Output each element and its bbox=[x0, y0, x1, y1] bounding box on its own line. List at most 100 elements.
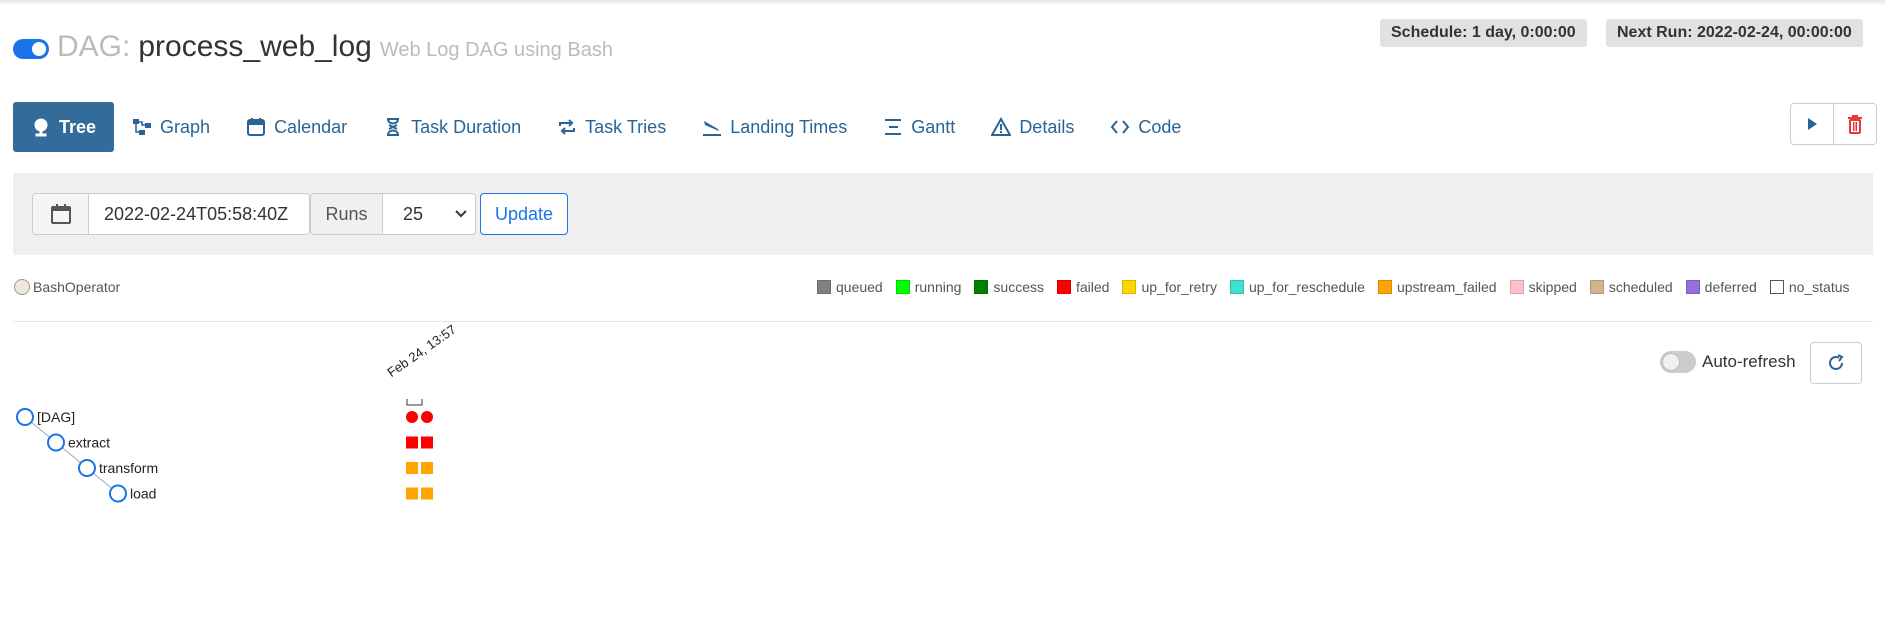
legend-label: upstream_failed bbox=[1396, 279, 1497, 295]
task-instance-status[interactable] bbox=[421, 462, 433, 474]
plane-landing-icon bbox=[703, 121, 722, 136]
tab-code[interactable]: Code bbox=[1092, 102, 1199, 152]
auto-refresh-label: Auto-refresh bbox=[1702, 352, 1796, 371]
trigger-dag-button[interactable] bbox=[1791, 104, 1833, 144]
tree-icon bbox=[34, 118, 48, 137]
legend-swatch bbox=[1589, 280, 1604, 294]
tab-task-duration[interactable]: Task Duration bbox=[365, 102, 539, 152]
tree-node-toggle[interactable] bbox=[109, 484, 127, 503]
legend-swatch bbox=[895, 280, 910, 294]
task-label[interactable]: load bbox=[130, 486, 156, 502]
legend-label: skipped bbox=[1528, 279, 1577, 295]
tree-node-toggle[interactable] bbox=[16, 408, 34, 426]
task-instance-status[interactable] bbox=[406, 436, 418, 449]
legend-label: queued bbox=[836, 279, 883, 295]
tab-calendar[interactable]: Calendar bbox=[228, 102, 365, 152]
tab-gantt[interactable]: Gantt bbox=[865, 102, 973, 152]
legend-item-queued: queued bbox=[817, 279, 883, 295]
legend-swatch bbox=[1229, 280, 1244, 294]
refresh-button[interactable] bbox=[1810, 342, 1862, 384]
operator-legend: BashOperator bbox=[14, 279, 120, 295]
tab-label: Landing Times bbox=[730, 116, 848, 137]
legend-swatch bbox=[974, 280, 989, 294]
task-label[interactable]: extract bbox=[68, 435, 110, 451]
task-label[interactable]: transform bbox=[99, 460, 158, 476]
legend-label: scheduled bbox=[1608, 279, 1673, 295]
refresh-icon bbox=[1829, 354, 1844, 370]
hourglass-icon bbox=[387, 118, 400, 136]
tab-graph[interactable]: Graph bbox=[114, 102, 228, 152]
graph-icon bbox=[133, 119, 152, 135]
auto-refresh-toggle[interactable] bbox=[1660, 351, 1696, 373]
delete-dag-button[interactable] bbox=[1833, 104, 1876, 144]
legend-swatch bbox=[1122, 280, 1137, 294]
dag-actions bbox=[1790, 103, 1877, 145]
tab-label: Gantt bbox=[911, 116, 956, 137]
runs-selector: Runs 25 bbox=[310, 193, 476, 235]
tab-landing-times[interactable]: Landing Times bbox=[684, 102, 865, 152]
legend-item-skipped: skipped bbox=[1509, 279, 1577, 295]
tab-tree[interactable]: Tree bbox=[13, 102, 115, 152]
auto-refresh: Auto-refresh bbox=[1660, 351, 1796, 373]
legend-swatch bbox=[1685, 280, 1700, 294]
task-instance-status[interactable] bbox=[406, 487, 418, 500]
task-instance-status[interactable] bbox=[406, 462, 418, 474]
calendar-icon bbox=[50, 204, 71, 224]
legend-item-upstream-failed: upstream_failed bbox=[1377, 279, 1497, 295]
toggle-knob bbox=[1662, 353, 1680, 371]
legend-label: running bbox=[914, 279, 962, 295]
tab-task-tries[interactable]: Task Tries bbox=[539, 102, 684, 152]
state-legend: queued running success failed up_for_retry up… bbox=[817, 279, 1850, 295]
base-date-picker: 2022-02-24T05:58:40Z bbox=[32, 193, 310, 235]
chevron-down-icon bbox=[455, 210, 467, 218]
schedule-badge: Schedule: 1 day, 0:00:00 bbox=[1380, 19, 1587, 47]
dag-run-status[interactable] bbox=[421, 411, 433, 423]
calendar-icon bbox=[247, 118, 266, 136]
tab-label: Task Duration bbox=[411, 116, 522, 137]
tab-details[interactable]: Details bbox=[973, 102, 1092, 152]
dag-pause-toggle[interactable] bbox=[13, 39, 49, 59]
tree-node-toggle[interactable] bbox=[47, 433, 65, 452]
operator-label: BashOperator bbox=[33, 279, 121, 295]
legend-item-up-for-retry: up_for_retry bbox=[1122, 279, 1217, 295]
legend-swatch bbox=[817, 280, 831, 294]
tree-node-toggle[interactable] bbox=[78, 459, 96, 477]
update-button[interactable]: Update bbox=[480, 193, 568, 235]
runs-label: Runs bbox=[311, 194, 383, 234]
play-icon bbox=[1808, 118, 1817, 130]
legend-item-success: success bbox=[974, 279, 1044, 295]
toggle-knob bbox=[32, 42, 46, 56]
legend-item-up-for-reschedule: up_for_reschedule bbox=[1229, 279, 1365, 295]
tree-canvas: [DAG] extract transform load bbox=[16, 399, 433, 503]
dag-description: Web Log DAG using Bash bbox=[379, 39, 613, 61]
legend-label: failed bbox=[1076, 279, 1110, 295]
tab-label: Code bbox=[1138, 116, 1182, 137]
dag-id-title: process_web_log bbox=[138, 30, 372, 63]
tab-label: Calendar bbox=[274, 116, 348, 137]
runs-select[interactable]: 25 bbox=[383, 194, 475, 234]
task-instance-status[interactable] bbox=[421, 487, 433, 500]
datepicker-button[interactable] bbox=[33, 194, 89, 234]
task-instance-status[interactable] bbox=[421, 436, 433, 449]
dag-run-status[interactable] bbox=[406, 411, 418, 423]
top-shadow bbox=[0, 0, 1885, 6]
warning-icon bbox=[991, 117, 1012, 136]
legend-item-deferred: deferred bbox=[1685, 279, 1757, 295]
runs-value: 25 bbox=[403, 203, 424, 224]
legend-label: up_for_retry bbox=[1141, 279, 1217, 295]
trash-icon bbox=[1848, 115, 1862, 134]
legend-swatch bbox=[1769, 280, 1784, 294]
operator-swatch bbox=[14, 279, 30, 295]
tab-label: Details bbox=[1019, 116, 1075, 137]
filter-bar: 2022-02-24T05:58:40Z Runs 25 Update bbox=[13, 173, 1873, 255]
base-date-input[interactable]: 2022-02-24T05:58:40Z bbox=[89, 194, 309, 234]
legend-label: deferred bbox=[1704, 279, 1757, 295]
code-icon bbox=[1111, 120, 1130, 134]
legend-item-running: running bbox=[895, 279, 962, 295]
retry-icon bbox=[559, 119, 576, 135]
task-label[interactable]: [DAG] bbox=[37, 409, 75, 425]
legend-item-no-status: no_status bbox=[1769, 279, 1850, 295]
legend-swatch bbox=[1057, 280, 1071, 294]
legend-label: success bbox=[993, 279, 1044, 295]
legend-label: no_status bbox=[1788, 279, 1850, 295]
